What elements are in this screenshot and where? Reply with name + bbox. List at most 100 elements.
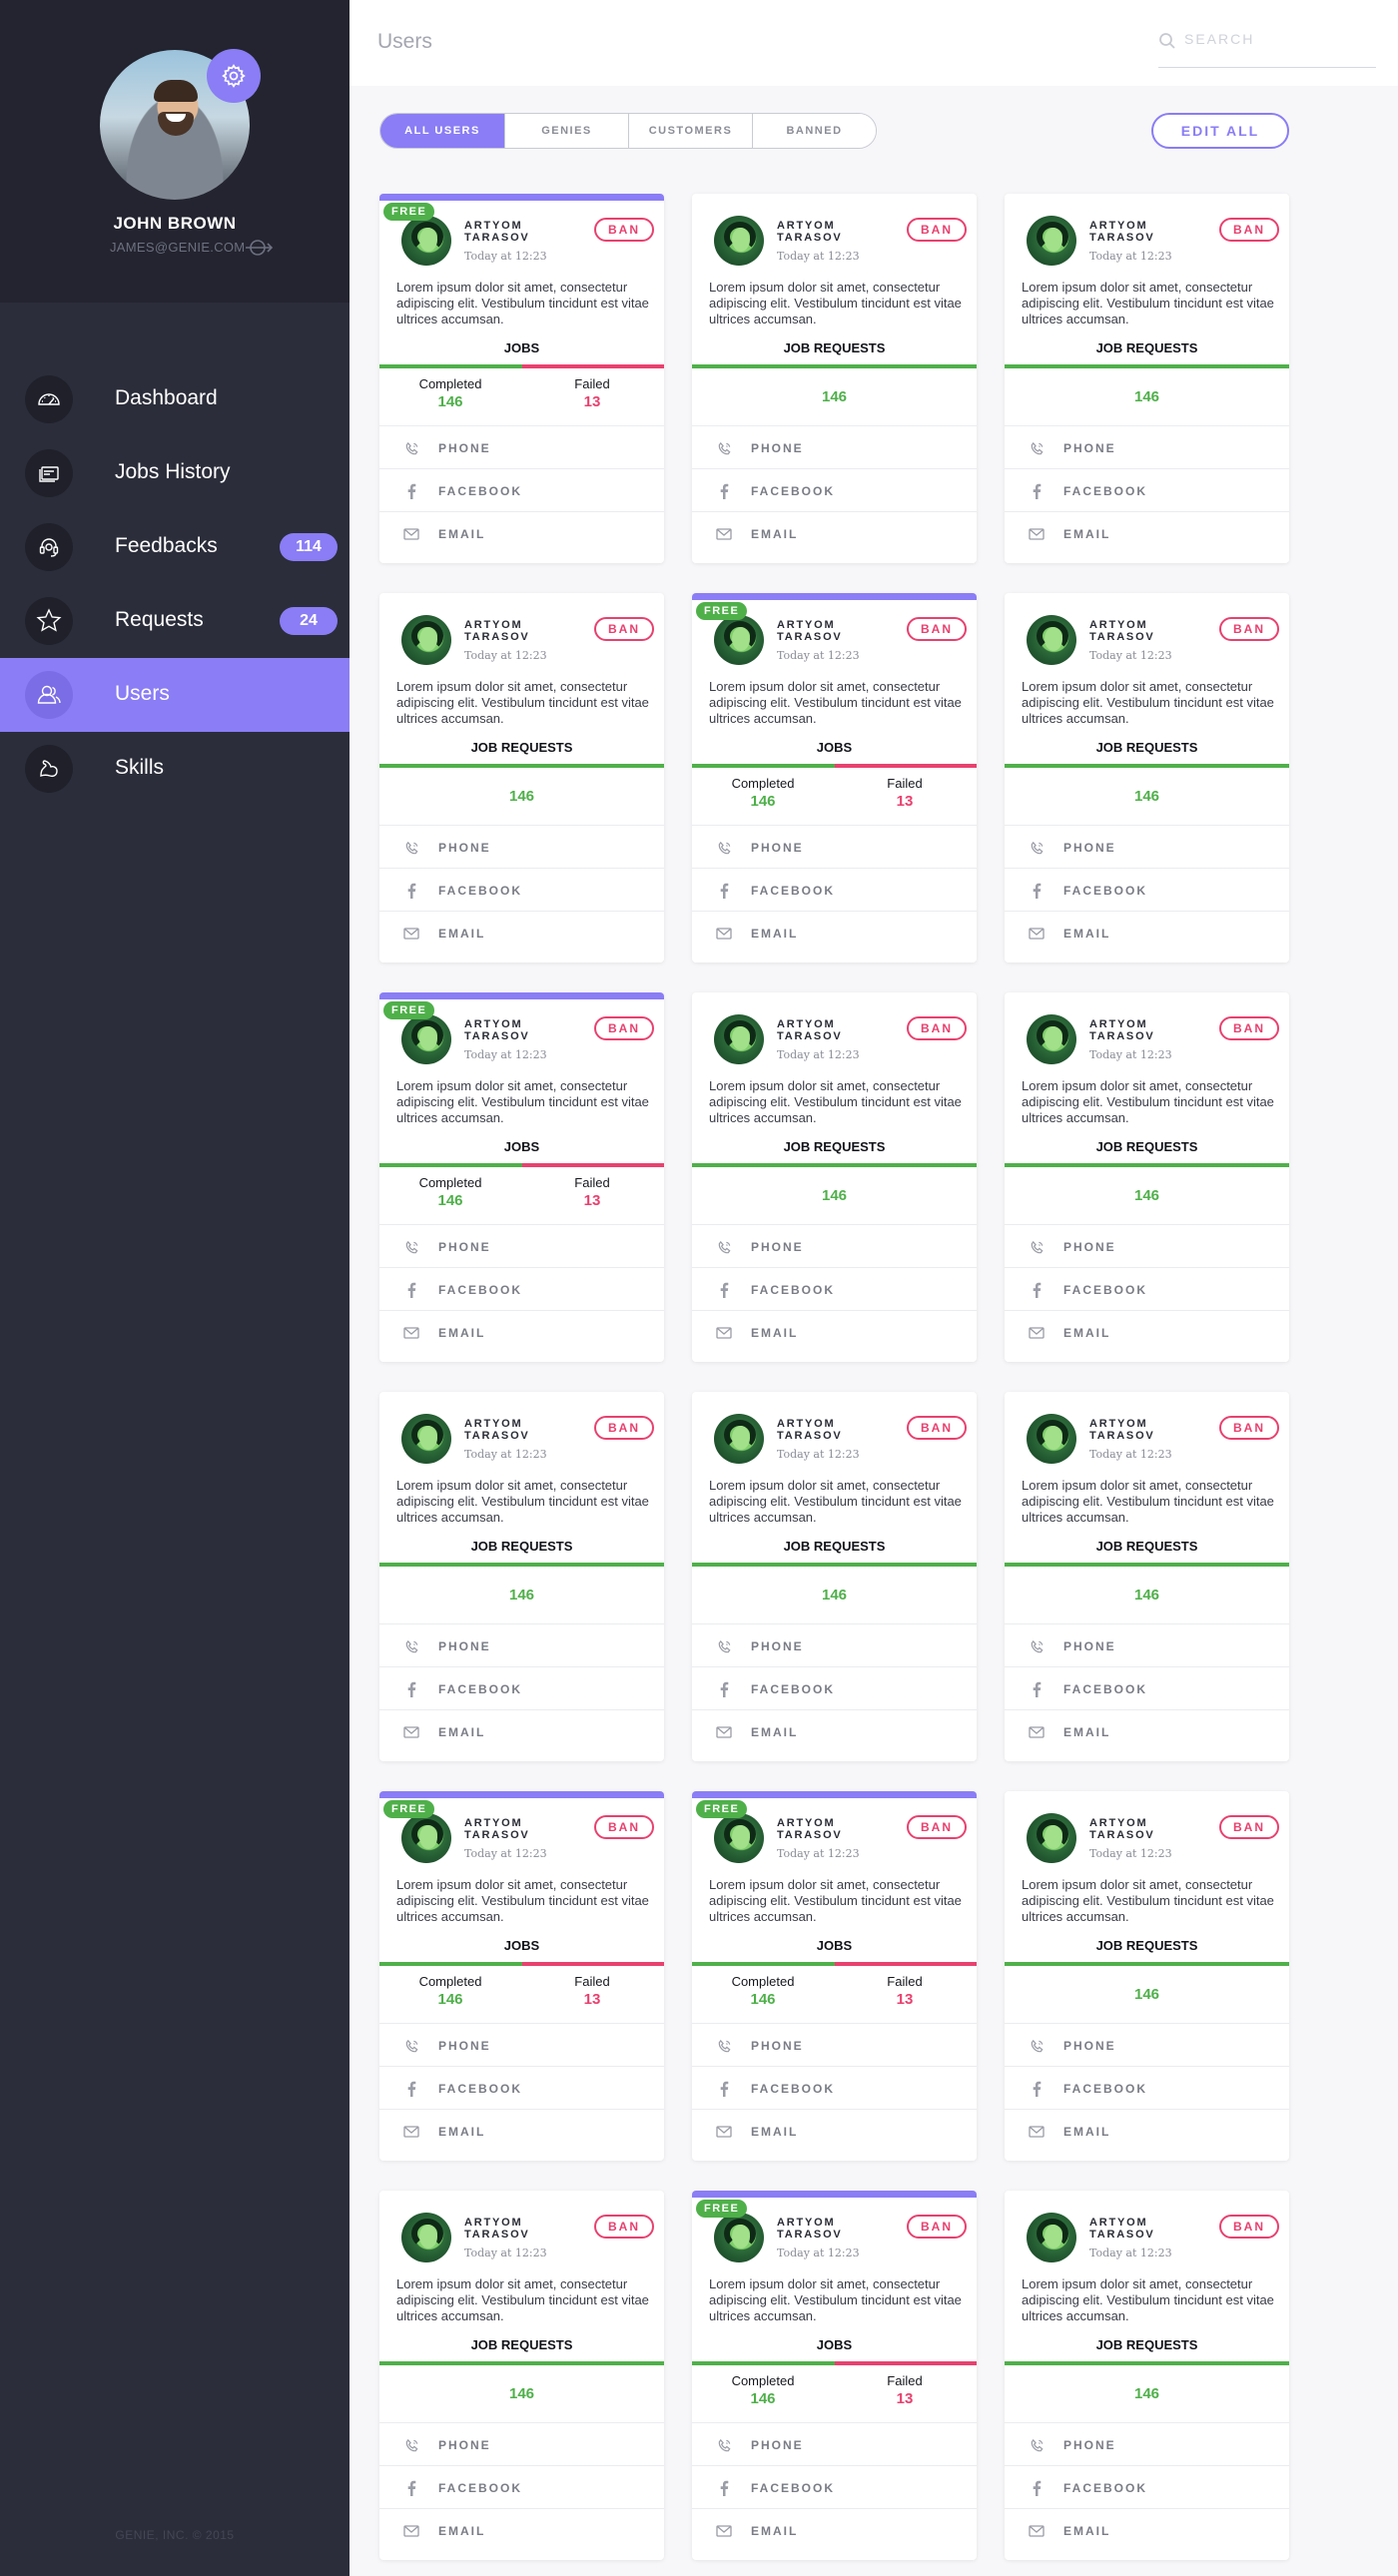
contact-phone[interactable]: PHONE	[379, 1623, 664, 1667]
ban-button[interactable]: BAN	[1219, 1016, 1279, 1040]
contact-facebook[interactable]: FACEBOOK	[379, 1666, 664, 1710]
ban-button[interactable]: BAN	[1219, 218, 1279, 242]
contact-phone[interactable]: PHONE	[379, 1224, 664, 1268]
ban-button[interactable]: BAN	[1219, 1815, 1279, 1839]
contact-phone[interactable]: PHONE	[692, 1623, 977, 1667]
contact-facebook[interactable]: FACEBOOK	[379, 468, 664, 512]
avatar[interactable]	[1027, 216, 1076, 266]
tab-customers[interactable]: CUSTOMERS	[628, 114, 752, 148]
ban-button[interactable]: BAN	[594, 1016, 654, 1040]
avatar[interactable]	[714, 216, 764, 266]
user-card[interactable]: ARTYOM TARASOV Today at 12:23 BAN Lorem ips…	[1005, 2191, 1289, 2560]
contact-facebook[interactable]: FACEBOOK	[692, 2465, 977, 2509]
contact-facebook[interactable]: FACEBOOK	[1005, 1666, 1289, 1710]
search-input[interactable]	[1184, 31, 1364, 47]
avatar[interactable]	[401, 615, 451, 665]
contact-facebook[interactable]: FACEBOOK	[1005, 1267, 1289, 1311]
ban-button[interactable]: BAN	[907, 218, 967, 242]
ban-button[interactable]: BAN	[594, 1416, 654, 1440]
user-card[interactable]: ARTYOM TARASOV Today at 12:23 BAN Lorem ips…	[692, 992, 977, 1362]
sidebar-item-skills[interactable]: Skills	[0, 732, 350, 806]
ban-button[interactable]: BAN	[907, 1016, 967, 1040]
contact-email[interactable]: EMAIL	[1005, 2109, 1289, 2153]
contact-phone[interactable]: PHONE	[692, 425, 977, 469]
ban-button[interactable]: BAN	[907, 1416, 967, 1440]
ban-button[interactable]: BAN	[594, 1815, 654, 1839]
contact-email[interactable]: EMAIL	[692, 1310, 977, 1354]
contact-email[interactable]: EMAIL	[1005, 511, 1289, 555]
contact-facebook[interactable]: FACEBOOK	[1005, 468, 1289, 512]
avatar[interactable]	[1027, 1014, 1076, 1064]
avatar[interactable]	[1027, 615, 1076, 665]
user-card[interactable]: ARTYOM TARASOV Today at 12:23 BAN Lorem ips…	[692, 1392, 977, 1761]
contact-phone[interactable]: PHONE	[692, 2023, 977, 2067]
avatar[interactable]	[401, 1014, 451, 1064]
avatar[interactable]	[714, 1014, 764, 1064]
contact-email[interactable]: EMAIL	[379, 511, 664, 555]
user-card[interactable]: FREE ARTYOM TARASOV Today at 12:23 BAN Lorem…	[379, 992, 664, 1362]
contact-facebook[interactable]: FACEBOOK	[1005, 868, 1289, 912]
logout-icon[interactable]	[244, 238, 274, 258]
contact-facebook[interactable]: FACEBOOK	[692, 468, 977, 512]
user-card[interactable]: ARTYOM TARASOV Today at 12:23 BAN Lorem ips…	[1005, 1791, 1289, 2161]
user-card[interactable]: ARTYOM TARASOV Today at 12:23 BAN Lorem ips…	[1005, 593, 1289, 963]
contact-facebook[interactable]: FACEBOOK	[379, 2066, 664, 2110]
contact-facebook[interactable]: FACEBOOK	[692, 868, 977, 912]
contact-phone[interactable]: PHONE	[379, 825, 664, 869]
contact-email[interactable]: EMAIL	[1005, 911, 1289, 955]
sidebar-item-feedbacks[interactable]: Feedbacks 114	[0, 510, 350, 584]
contact-phone[interactable]: PHONE	[692, 825, 977, 869]
contact-phone[interactable]: PHONE	[1005, 2023, 1289, 2067]
avatar[interactable]	[1027, 1813, 1076, 1863]
user-card[interactable]: ARTYOM TARASOV Today at 12:23 BAN Lorem ips…	[379, 2191, 664, 2560]
contact-phone[interactable]: PHONE	[379, 2422, 664, 2466]
contact-email[interactable]: EMAIL	[1005, 1709, 1289, 1753]
user-card[interactable]: ARTYOM TARASOV Today at 12:23 BAN Lorem ips…	[1005, 1392, 1289, 1761]
contact-phone[interactable]: PHONE	[692, 1224, 977, 1268]
contact-email[interactable]: EMAIL	[379, 1310, 664, 1354]
ban-button[interactable]: BAN	[594, 2215, 654, 2239]
user-card[interactable]: ARTYOM TARASOV Today at 12:23 BAN Lorem ips…	[1005, 992, 1289, 1362]
contact-email[interactable]: EMAIL	[379, 1709, 664, 1753]
tab-genies[interactable]: GENIES	[504, 114, 628, 148]
contact-phone[interactable]: PHONE	[1005, 425, 1289, 469]
user-card[interactable]: FREE ARTYOM TARASOV Today at 12:23 BAN Lorem…	[692, 1791, 977, 2161]
ban-button[interactable]: BAN	[907, 617, 967, 641]
ban-button[interactable]: BAN	[594, 617, 654, 641]
contact-phone[interactable]: PHONE	[1005, 1224, 1289, 1268]
ban-button[interactable]: BAN	[907, 1815, 967, 1839]
user-card[interactable]: ARTYOM TARASOV Today at 12:23 BAN Lorem ips…	[1005, 194, 1289, 563]
contact-facebook[interactable]: FACEBOOK	[1005, 2465, 1289, 2509]
contact-phone[interactable]: PHONE	[1005, 825, 1289, 869]
contact-email[interactable]: EMAIL	[692, 911, 977, 955]
sidebar-item-requests[interactable]: Requests 24	[0, 584, 350, 658]
contact-phone[interactable]: PHONE	[692, 2422, 977, 2466]
contact-phone[interactable]: PHONE	[1005, 2422, 1289, 2466]
contact-facebook[interactable]: FACEBOOK	[1005, 2066, 1289, 2110]
user-card[interactable]: FREE ARTYOM TARASOV Today at 12:23 BAN Lorem…	[692, 593, 977, 963]
avatar[interactable]	[1027, 1414, 1076, 1464]
avatar[interactable]	[401, 216, 451, 266]
contact-email[interactable]: EMAIL	[692, 511, 977, 555]
contact-email[interactable]: EMAIL	[1005, 2508, 1289, 2552]
contact-facebook[interactable]: FACEBOOK	[379, 868, 664, 912]
contact-email[interactable]: EMAIL	[1005, 1310, 1289, 1354]
avatar[interactable]	[401, 1813, 451, 1863]
ban-button[interactable]: BAN	[1219, 1416, 1279, 1440]
ban-button[interactable]: BAN	[594, 218, 654, 242]
sidebar-item-jobs-history[interactable]: Jobs History	[0, 436, 350, 510]
edit-all-button[interactable]: EDIT ALL	[1151, 113, 1289, 149]
contact-email[interactable]: EMAIL	[379, 2508, 664, 2552]
avatar[interactable]	[1027, 2213, 1076, 2262]
user-card[interactable]: FREE ARTYOM TARASOV Today at 12:23 BAN Lorem…	[379, 1791, 664, 2161]
contact-facebook[interactable]: FACEBOOK	[379, 2465, 664, 2509]
contact-email[interactable]: EMAIL	[379, 2109, 664, 2153]
settings-button[interactable]	[207, 49, 261, 103]
tab-banned[interactable]: BANNED	[752, 114, 876, 148]
avatar[interactable]	[714, 2213, 764, 2262]
contact-phone[interactable]: PHONE	[379, 2023, 664, 2067]
contact-facebook[interactable]: FACEBOOK	[379, 1267, 664, 1311]
ban-button[interactable]: BAN	[1219, 2215, 1279, 2239]
contact-phone[interactable]: PHONE	[379, 425, 664, 469]
user-card[interactable]: FREE ARTYOM TARASOV Today at 12:23 BAN Lorem…	[692, 2191, 977, 2560]
